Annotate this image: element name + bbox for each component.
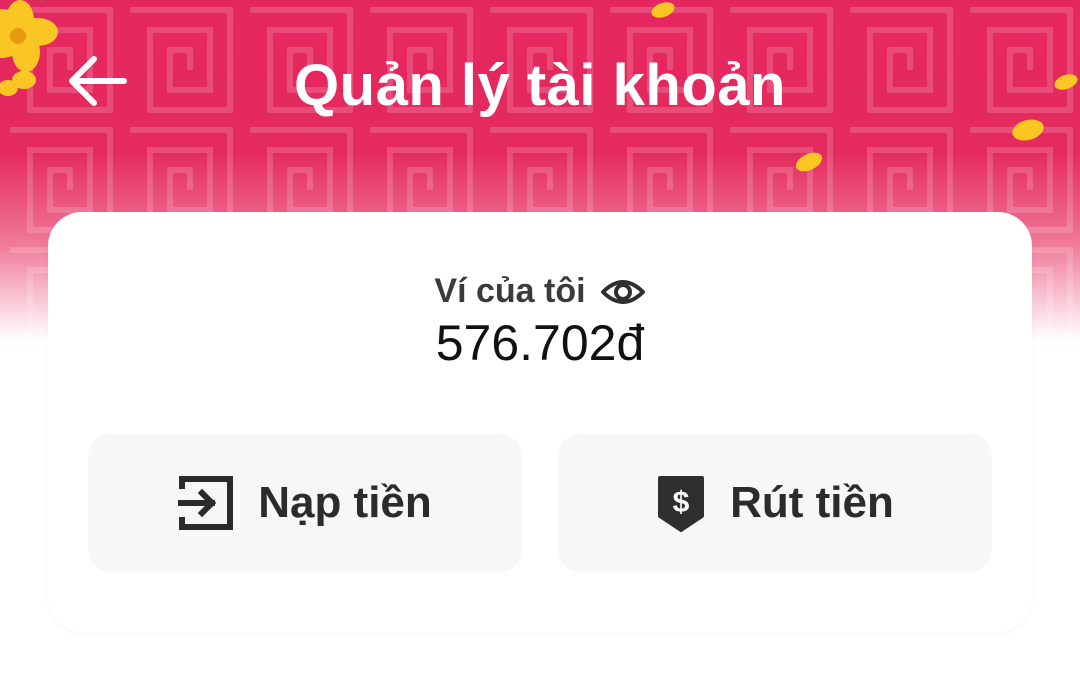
svg-text:$: $	[673, 486, 690, 519]
withdraw-label: Rút tiền	[730, 478, 894, 527]
page-title: Quản lý tài khoản	[294, 53, 786, 118]
eye-icon	[600, 279, 645, 304]
deposit-button[interactable]: Nạp tiền	[88, 434, 522, 572]
top-app-bar: Quản lý tài khoản	[0, 0, 1080, 170]
wallet-header: Ví của tôi	[48, 272, 1032, 311]
wallet-card: Ví của tôi 576.702đ Nạp tiền $ Rút tiền	[48, 212, 1032, 632]
wallet-label: Ví của tôi	[434, 272, 586, 310]
deposit-label: Nạp tiền	[258, 478, 432, 527]
toggle-balance-visibility-button[interactable]	[600, 275, 646, 309]
wallet-balance: 576.702đ	[435, 315, 645, 371]
withdraw-button[interactable]: $ Rút tiền	[558, 434, 992, 572]
dollar-shield-icon: $	[656, 474, 706, 532]
account-management-screen: Quản lý tài khoản Ví của tôi 576.702đ Nạ…	[0, 0, 1080, 675]
login-arrow-icon	[178, 475, 234, 531]
